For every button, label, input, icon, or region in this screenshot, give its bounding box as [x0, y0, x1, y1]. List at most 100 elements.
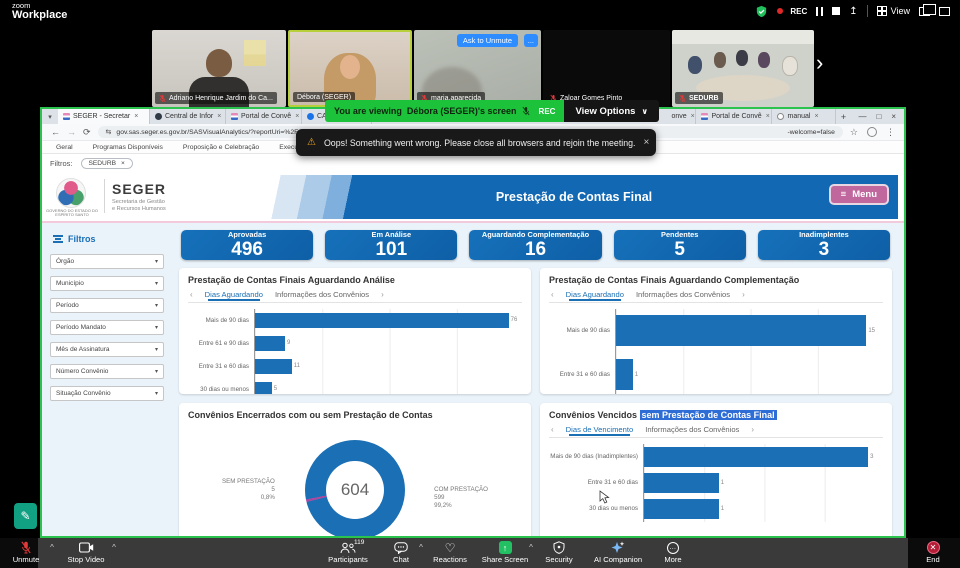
gallery-windows-icon[interactable] [919, 7, 930, 16]
browser-tab[interactable]: SEGER - Secretar× [58, 109, 150, 124]
tab-next-icon[interactable]: › [742, 290, 745, 299]
tab-close-icon[interactable]: × [134, 113, 138, 120]
bar-row: Entre 31 e 60 dias11 [188, 355, 522, 378]
next-participants-arrow[interactable]: › [816, 52, 823, 74]
chart-tab[interactable]: Dias Aguardando [566, 290, 624, 299]
participant-tile-sedurb[interactable]: SEDURB [672, 30, 814, 107]
tab-close-icon[interactable]: × [295, 113, 299, 120]
end-meeting-button[interactable]: ✕ End [897, 541, 960, 564]
participant-tile-zaloar[interactable]: Zaloar Gomes Pinto [543, 30, 670, 107]
browser-menu-icon[interactable]: ⋮ [886, 127, 895, 138]
kpi-card-inadimplentes[interactable]: Inadimplentes3 [758, 230, 890, 260]
tab-next-icon[interactable]: › [751, 425, 754, 434]
tab-next-icon[interactable]: › [381, 290, 384, 299]
chart-tab[interactable]: Dias de Vencimento [566, 425, 634, 434]
tab-close-icon[interactable]: × [217, 113, 221, 120]
filter-select-numero-convenio[interactable]: Número Convênio▾ [50, 364, 164, 379]
bookmark-item[interactable]: Proposição e Celebração [183, 144, 259, 151]
pop-out-icon[interactable]: ↥ [849, 6, 857, 17]
bar[interactable] [255, 359, 292, 374]
back-button[interactable]: ← [51, 127, 60, 137]
ask-to-unmute-button[interactable]: Ask to Unmute [457, 34, 518, 47]
filter-select-situacao-convenio[interactable]: Situação Convênio▾ [50, 386, 164, 401]
tab-search-caret-icon[interactable]: ▾ [42, 109, 58, 124]
bar[interactable] [644, 473, 719, 493]
filter-chip-sedurb[interactable]: SEDURB× [81, 158, 133, 169]
reload-button[interactable]: ⟳ [83, 127, 91, 138]
url-text-fragment: -welcome=false [788, 129, 835, 136]
pause-recording-button[interactable] [816, 7, 823, 16]
tab-close-icon[interactable]: × [766, 113, 770, 120]
muted-mic-icon [21, 541, 31, 554]
view-button[interactable]: View [877, 6, 910, 16]
stop-recording-button[interactable] [832, 7, 840, 15]
sticky-notes [244, 40, 266, 66]
tile-more-button[interactable]: ... [524, 34, 538, 47]
bar-track: 3 [643, 444, 883, 470]
participant-tile-debora-active-speaker[interactable]: Débora (SEGER) [288, 30, 412, 107]
kpi-card-aprovadas[interactable]: Aprovadas496 [181, 230, 313, 260]
encryption-shield-icon[interactable] [755, 5, 768, 18]
browser-tab[interactable]: Portal de Convê× [226, 109, 302, 124]
chart-tab[interactable]: Dias Aguardando [205, 290, 263, 299]
chip-remove-icon[interactable]: × [121, 160, 125, 167]
float-window-icon[interactable] [939, 7, 950, 16]
chart-tab[interactable]: Informações dos Convênios [636, 290, 730, 299]
error-toast: ⚠ Oops! Something went wrong. Please clo… [296, 129, 656, 156]
bar-row: Mais de 90 dias15 [549, 309, 883, 353]
report-filter-strip: Filtros: SEDURB× [42, 154, 904, 173]
bar-category-label: Entre 61 e 90 dias [188, 340, 254, 347]
donut-ring[interactable]: 604 [305, 440, 405, 536]
filter-select-mes-assinatura[interactable]: Mês de Assinatura▾ [50, 342, 164, 357]
menu-button[interactable]: ≡Menu [829, 184, 889, 205]
window-maximize-button[interactable]: □ [876, 112, 881, 121]
tab-close-icon[interactable]: × [814, 113, 818, 120]
tab-prev-icon[interactable]: ‹ [551, 290, 554, 299]
kpi-card-pendentes[interactable]: Pendentes5 [614, 230, 746, 260]
more-button[interactable]: … More [637, 541, 709, 564]
chart-title: Convênios Vencidos sem Prestação de Cont… [549, 410, 883, 420]
forward-button[interactable]: → [67, 127, 76, 137]
participant-tile-maria[interactable]: Ask to Unmute ... maria.aparecida [414, 30, 541, 107]
window-minimize-button[interactable]: — [858, 112, 866, 121]
muted-mic-icon [159, 94, 166, 103]
viewing-subject: Débora (SEGER)'s screen [407, 106, 517, 116]
tab-prev-icon[interactable]: ‹ [551, 425, 554, 434]
bar[interactable] [255, 382, 272, 394]
site-settings-icon[interactable]: ⇆ [106, 128, 112, 136]
bar[interactable] [616, 359, 633, 390]
filter-select-orgao[interactable]: Órgão▾ [50, 254, 164, 269]
new-tab-button[interactable]: + [836, 109, 850, 124]
bar[interactable] [255, 336, 285, 351]
annotate-button[interactable]: ✎ [14, 503, 37, 529]
chart-tab[interactable]: Informações dos Convênios [275, 290, 369, 299]
browser-tab-partial[interactable]: onve× [666, 109, 696, 124]
filter-select-municipio[interactable]: Município▾ [50, 276, 164, 291]
profile-icon[interactable] [867, 127, 877, 137]
bar-track: 11 [254, 355, 522, 378]
tab-prev-icon[interactable]: ‹ [190, 290, 193, 299]
filter-select-periodo[interactable]: Período▾ [50, 298, 164, 313]
bookmark-item[interactable]: Geral [56, 144, 73, 151]
bookmark-star-icon[interactable]: ☆ [850, 127, 858, 138]
bar[interactable] [255, 313, 509, 328]
browser-tab[interactable]: manual× [772, 109, 836, 124]
toast-close-icon[interactable]: × [643, 137, 649, 148]
kpi-card-aguardando-complementacao[interactable]: Aguardando Complementação16 [469, 230, 601, 260]
filter-select-periodo-mandato[interactable]: Período Mandato▾ [50, 320, 164, 335]
view-options-button[interactable]: View Options ∨ [564, 100, 659, 122]
browser-tab[interactable]: Central de Infor× [150, 109, 226, 124]
bar[interactable] [644, 447, 868, 467]
browser-tab[interactable]: Portal de Convê× [696, 109, 772, 124]
chart-tab[interactable]: Informações dos Convênios [645, 425, 739, 434]
kpi-label: Em Análise [370, 230, 414, 239]
bar[interactable] [644, 499, 719, 519]
bookmark-item[interactable]: Programas Disponíveis [93, 144, 163, 151]
tab-close-icon[interactable]: × [691, 113, 695, 120]
kpi-card-em-analise[interactable]: Em Análise101 [325, 230, 457, 260]
bar[interactable] [616, 315, 866, 346]
warning-icon: ⚠ [307, 137, 316, 148]
participant-tile-adriano[interactable]: Adriano Henrique Jardim do Ca... [152, 30, 286, 107]
video-options-caret[interactable]: ^ [112, 543, 116, 552]
window-close-button[interactable]: × [891, 112, 896, 121]
